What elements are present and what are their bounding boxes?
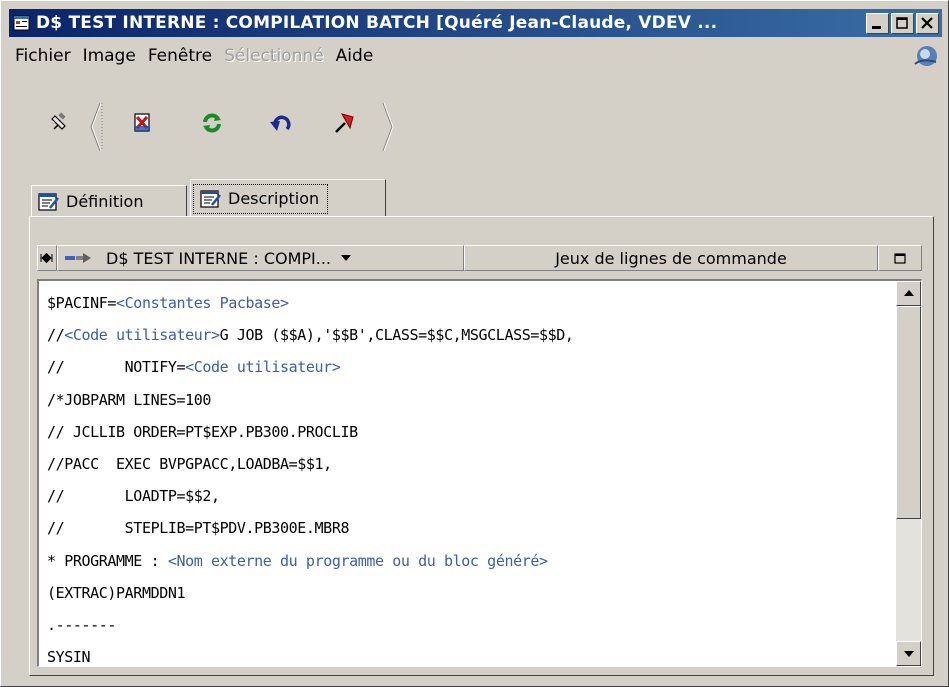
code-line[interactable]: $PACINF=<Constantes Pacbase> xyxy=(47,287,574,319)
pin-icon xyxy=(51,112,66,130)
section-label: Jeux de lignes de commande xyxy=(555,248,787,268)
arrow-down-icon xyxy=(904,651,914,657)
code-text: // STEPLIB=PT$PDV.PB300E.MBR8 xyxy=(47,519,350,538)
code-lines[interactable]: $PACINF=<Constantes Pacbase>//<Code util… xyxy=(47,287,574,667)
undo-icon xyxy=(270,115,291,131)
tab-definition[interactable]: Définition xyxy=(31,185,187,217)
entity-label: D$ TEST INTERNE : COMPI... xyxy=(106,248,332,268)
menu-fichier[interactable]: Fichier xyxy=(9,46,77,66)
maximize-button[interactable] xyxy=(891,12,914,34)
vertical-scrollbar[interactable] xyxy=(896,281,921,666)
editor-header: D$ TEST INTERNE : COMPI... Jeux de ligne… xyxy=(37,243,922,273)
placeholder-token: <Constantes Pacbase> xyxy=(116,294,289,312)
code-text: // LOADTP=$$2, xyxy=(47,487,220,506)
pin-red-button[interactable] xyxy=(329,108,359,138)
code-text: SYSIN xyxy=(47,648,91,667)
menu-fenetre[interactable]: Fenêtre xyxy=(142,46,218,66)
code-text: /*JOBPARM LINES=100 xyxy=(47,390,211,409)
toolbar-separator-end xyxy=(382,102,394,152)
code-editor[interactable]: $PACINF=<Constantes Pacbase>//<Code util… xyxy=(37,279,922,667)
first-last-button[interactable] xyxy=(37,245,57,271)
pin-button[interactable] xyxy=(45,108,75,138)
code-text: //PACC EXEC BVPGPACC,LOADBA=$$1, xyxy=(47,454,332,473)
arrow-right-icon xyxy=(65,253,91,263)
code-text: // xyxy=(47,326,65,345)
scroll-up-button[interactable] xyxy=(896,281,921,306)
menu-aide[interactable]: Aide xyxy=(330,46,380,66)
code-line[interactable]: SYSIN xyxy=(47,641,574,667)
tab-definition-label: Définition xyxy=(66,192,144,211)
code-line[interactable]: (EXTRAC)PARMDDN1 xyxy=(47,577,574,609)
code-text: (EXTRAC)PARMDDN1 xyxy=(47,583,186,602)
placeholder-token: <Code utilisateur> xyxy=(64,326,220,345)
arrow-up-icon xyxy=(904,290,914,296)
document-icon xyxy=(13,14,31,32)
maximize-icon xyxy=(894,252,906,264)
menu-bar: Fichier Image Fenêtre Sélectionné Aide xyxy=(9,41,942,71)
scroll-down-button[interactable] xyxy=(896,641,921,666)
delete-button[interactable] xyxy=(127,108,157,138)
code-line[interactable]: /*JOBPARM LINES=100 xyxy=(47,384,574,416)
code-text: G JOB ($$A),'$$B',CLASS=$$C,MSGCLASS=$$D… xyxy=(219,326,574,345)
chevron-down-icon xyxy=(341,255,352,261)
code-text: $PACINF= xyxy=(47,294,117,312)
maximize-editor-button[interactable] xyxy=(878,245,922,271)
code-text: .------- xyxy=(47,615,117,634)
code-text: * PROGRAMME : xyxy=(47,551,168,570)
window-title: D$ TEST INTERNE : COMPILATION BATCH [Qué… xyxy=(36,13,718,33)
scroll-thumb[interactable] xyxy=(896,306,921,519)
section-title: Jeux de lignes de commande xyxy=(464,245,878,271)
code-line[interactable]: // STEPLIB=PT$PDV.PB300E.MBR8 xyxy=(47,512,574,544)
application-window: D$ TEST INTERNE : COMPILATION BATCH [Qué… xyxy=(0,0,949,687)
code-line[interactable]: // JCLLIB ORDER=PT$EXP.PB300.PROCLIB xyxy=(47,416,574,448)
minimize-icon xyxy=(872,25,881,29)
undo-button[interactable] xyxy=(265,108,295,138)
delete-document-icon xyxy=(134,113,150,132)
code-line[interactable]: //PACC EXEC BVPGPACC,LOADBA=$$1, xyxy=(47,448,574,480)
refresh-icon xyxy=(203,113,221,133)
code-line[interactable]: .------- xyxy=(47,609,574,641)
code-line[interactable]: //<Code utilisateur>G JOB ($$A),'$$B',CL… xyxy=(47,319,574,351)
tab-description[interactable]: Description xyxy=(190,179,386,217)
code-text: // NOTIFY= xyxy=(47,358,186,377)
close-button[interactable] xyxy=(916,12,939,34)
toolbar-separator xyxy=(90,102,103,152)
minimize-button[interactable] xyxy=(866,12,889,34)
placeholder-token: <Nom externe du programme ou du bloc gén… xyxy=(167,551,548,570)
code-line[interactable]: // LOADTP=$$2, xyxy=(47,480,574,512)
code-text: // JCLLIB ORDER=PT$EXP.PB300.PROCLIB xyxy=(47,422,358,441)
menu-selectionne: Sélectionné xyxy=(224,46,324,66)
pin-red-icon xyxy=(335,113,354,133)
code-line[interactable]: * PROGRAMME : <Nom externe du programme … xyxy=(47,545,574,577)
close-icon xyxy=(921,16,933,29)
placeholder-token: <Code utilisateur> xyxy=(185,358,341,377)
menu-image[interactable]: Image xyxy=(77,46,142,66)
code-line[interactable]: // NOTIFY=<Code utilisateur> xyxy=(47,351,574,383)
refresh-button[interactable] xyxy=(197,108,227,138)
edit-document-icon xyxy=(200,189,222,209)
first-last-icon xyxy=(40,253,53,263)
entity-selector[interactable]: D$ TEST INTERNE : COMPI... xyxy=(57,245,464,271)
title-bar[interactable]: D$ TEST INTERNE : COMPILATION BATCH [Qué… xyxy=(9,9,942,37)
maximize-icon xyxy=(896,16,908,29)
toolbar xyxy=(29,96,409,156)
globe-logo-icon xyxy=(912,44,938,68)
tab-description-label: Description xyxy=(228,189,320,208)
edit-document-icon xyxy=(38,192,60,212)
